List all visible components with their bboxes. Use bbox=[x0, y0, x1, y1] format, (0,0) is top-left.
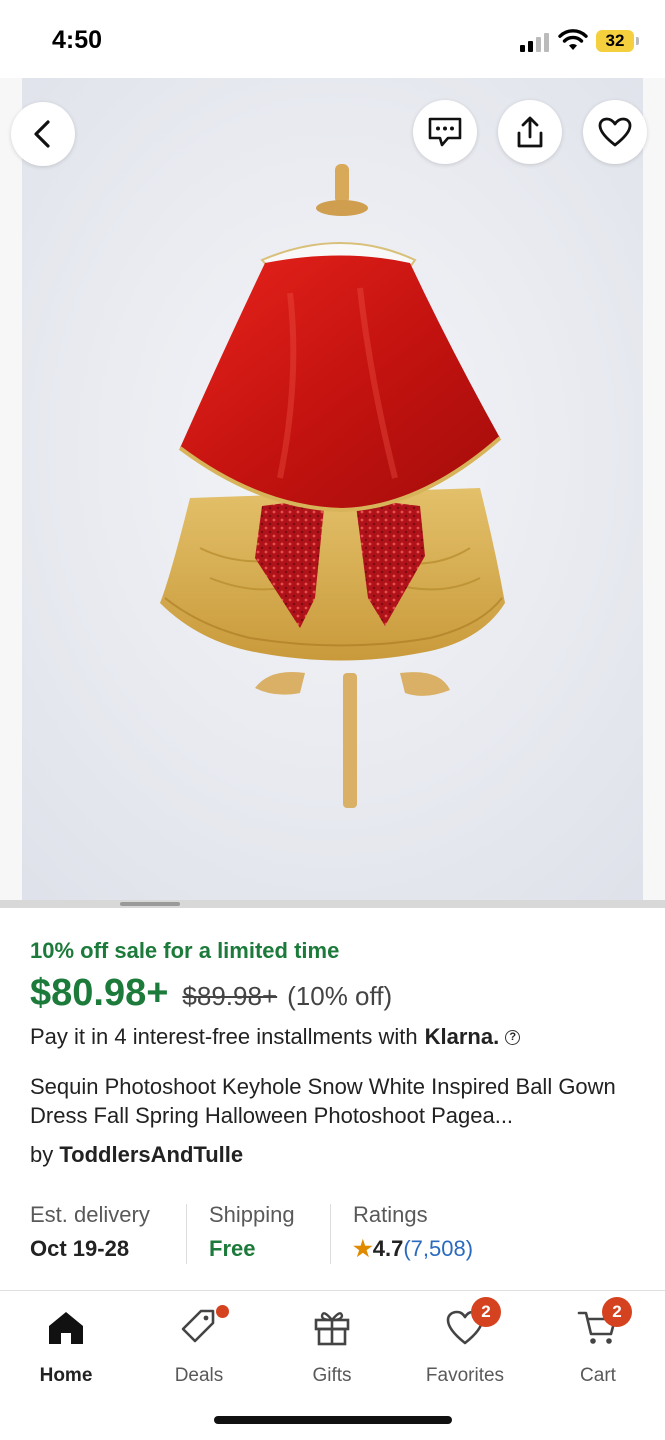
nav-deals-label: Deals bbox=[174, 1365, 224, 1386]
original-price: $89.98+ bbox=[182, 981, 278, 1011]
shipping-info: Shipping Free bbox=[209, 1202, 295, 1262]
favorites-badge: 2 bbox=[471, 1297, 501, 1327]
delivery-label: Est. delivery bbox=[30, 1202, 150, 1227]
ratings-value[interactable]: ★4.7(7,508) bbox=[353, 1236, 473, 1262]
cart-badge: 2 bbox=[602, 1297, 632, 1327]
divider bbox=[330, 1204, 331, 1264]
wifi-icon bbox=[558, 28, 588, 52]
nav-cart[interactable]: 2 Cart bbox=[548, 1297, 648, 1387]
star-icon: ★ bbox=[353, 1236, 373, 1261]
seller-prefix: by bbox=[30, 1142, 54, 1167]
status-time: 4:50 bbox=[52, 26, 103, 54]
deals-dot bbox=[216, 1305, 229, 1318]
seller-row[interactable]: by ToddlersAndTulle bbox=[30, 1142, 243, 1168]
help-icon[interactable]: ? bbox=[505, 1029, 521, 1045]
price-row: $80.98+ $89.98+ (10% off) bbox=[30, 972, 392, 1015]
signal-icon bbox=[520, 32, 552, 52]
message-icon bbox=[428, 117, 462, 147]
product-title: Sequin Photoshoot Keyhole Snow White Ins… bbox=[30, 1074, 616, 1128]
shipping-label: Shipping bbox=[209, 1202, 295, 1227]
nav-cart-label: Cart bbox=[580, 1365, 616, 1386]
heart-icon: 2 bbox=[443, 1297, 501, 1349]
home-icon bbox=[44, 1305, 88, 1349]
discount-label: (10% off) bbox=[287, 981, 393, 1011]
nav-favorites[interactable]: 2 Favorites bbox=[415, 1297, 515, 1387]
nav-gifts-label: Gifts bbox=[312, 1365, 352, 1386]
status-bar: 4:50 32 bbox=[0, 0, 665, 80]
delivery-info: Est. delivery Oct 19-28 bbox=[30, 1202, 150, 1262]
chevron-left-icon bbox=[34, 120, 50, 148]
tag-icon bbox=[177, 1305, 229, 1349]
nav-favorites-label: Favorites bbox=[425, 1365, 505, 1386]
klarna-logo: Klarna. bbox=[424, 1024, 500, 1049]
image-scroll-track bbox=[0, 900, 665, 908]
delivery-value: Oct 19-28 bbox=[30, 1236, 130, 1261]
share-button[interactable] bbox=[498, 100, 562, 164]
nav-gifts[interactable]: Gifts bbox=[282, 1305, 382, 1387]
battery-nub bbox=[636, 37, 639, 45]
klarna-row[interactable]: Pay it in 4 interest-free installments w… bbox=[30, 1024, 521, 1050]
favorite-button[interactable] bbox=[583, 100, 647, 164]
nav-deals[interactable]: Deals bbox=[149, 1305, 249, 1387]
product-image[interactable] bbox=[0, 78, 665, 908]
battery-indicator: 32 bbox=[596, 30, 634, 52]
nav-home-label: Home bbox=[39, 1365, 93, 1386]
dress-photo bbox=[0, 78, 665, 908]
gift-icon bbox=[310, 1305, 354, 1349]
heart-icon bbox=[598, 117, 632, 147]
message-button[interactable] bbox=[413, 100, 477, 164]
share-icon bbox=[517, 116, 543, 148]
back-button[interactable] bbox=[11, 102, 75, 166]
rating-score: 4.7 bbox=[372, 1236, 404, 1261]
cart-icon: 2 bbox=[576, 1297, 632, 1349]
image-scroll-thumb[interactable] bbox=[120, 902, 180, 906]
shipping-value: Free bbox=[209, 1236, 256, 1261]
current-price: $80.98+ bbox=[30, 972, 169, 1014]
ratings-label: Ratings bbox=[353, 1202, 428, 1227]
ratings-info[interactable]: Ratings ★4.7(7,508) bbox=[353, 1202, 473, 1262]
seller-name[interactable]: ToddlersAndTulle bbox=[59, 1142, 243, 1167]
nav-home[interactable]: Home bbox=[16, 1305, 116, 1387]
divider bbox=[186, 1204, 187, 1264]
review-count[interactable]: (7,508) bbox=[403, 1236, 473, 1261]
installments-text: Pay it in 4 interest-free installments w… bbox=[30, 1024, 418, 1049]
home-indicator[interactable] bbox=[214, 1416, 452, 1424]
sale-banner: 10% off sale for a limited time bbox=[30, 938, 340, 963]
